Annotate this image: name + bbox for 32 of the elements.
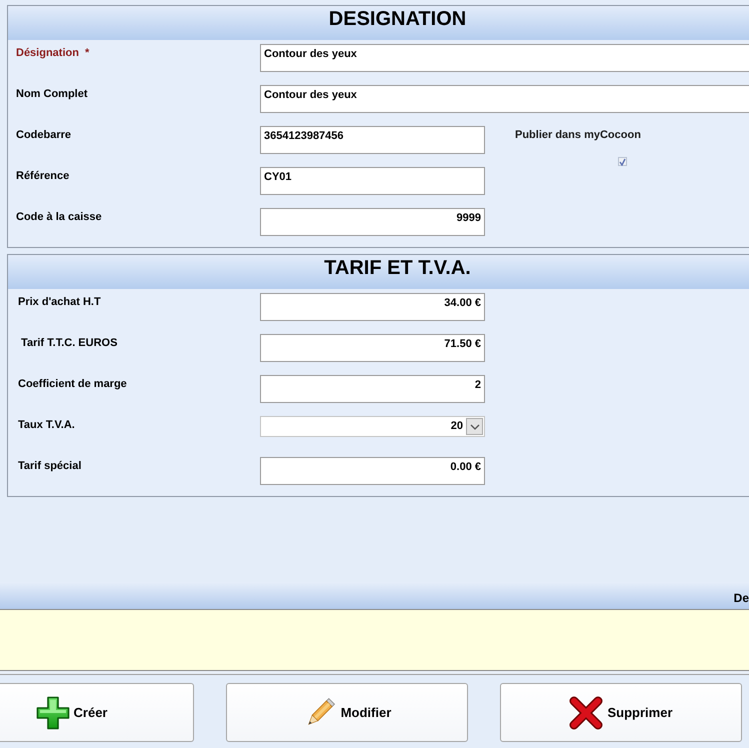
text-field[interactable]: 0.00 € (260, 457, 485, 485)
text-area-field[interactable] (0, 609, 749, 671)
text-field[interactable]: 3654123987456 (260, 126, 485, 154)
field-label: Code à la caisse (16, 211, 102, 223)
section-header: De (0, 582, 749, 609)
text-field[interactable]: 71.50 € (260, 334, 485, 362)
field-label: Coefficient de marge (18, 378, 127, 390)
text-field[interactable]: Contour des yeux (260, 85, 749, 113)
section-header: TARIF ET T.V.A. (8, 255, 749, 289)
field-label: Référence (16, 170, 70, 182)
field-label: Taux T.V.A. (18, 419, 75, 431)
text-field[interactable]: 2 (260, 375, 485, 403)
action-button[interactable]: Modifier (226, 683, 468, 742)
select-field[interactable]: 20 (260, 416, 485, 437)
field-label: Tarif T.T.C. EUROS (20, 337, 118, 349)
field-label: Tarif spécial (18, 460, 82, 472)
field-label: Prix d'achat H.T (18, 296, 101, 308)
text-field[interactable]: Contour des yeux (260, 44, 749, 72)
text-field[interactable]: CY01 (260, 167, 485, 195)
field-label: Codebarre (16, 129, 72, 141)
text-field[interactable]: 34.00 € (260, 293, 485, 321)
cross-icon (569, 696, 604, 730)
checkbox-label: Publier dans myCocoon (515, 128, 641, 142)
field-label: Désignation * (16, 47, 90, 59)
dropdown-button[interactable] (466, 418, 483, 435)
chevron-down-icon (470, 424, 480, 430)
text-field[interactable]: 9999 (260, 208, 485, 236)
field-label: Nom Complet (16, 88, 88, 100)
action-button[interactable]: Créer (0, 683, 194, 742)
plus-icon (36, 696, 70, 730)
section-header: DESIGNATION (8, 6, 749, 40)
action-button[interactable]: Supprimer (500, 683, 742, 742)
